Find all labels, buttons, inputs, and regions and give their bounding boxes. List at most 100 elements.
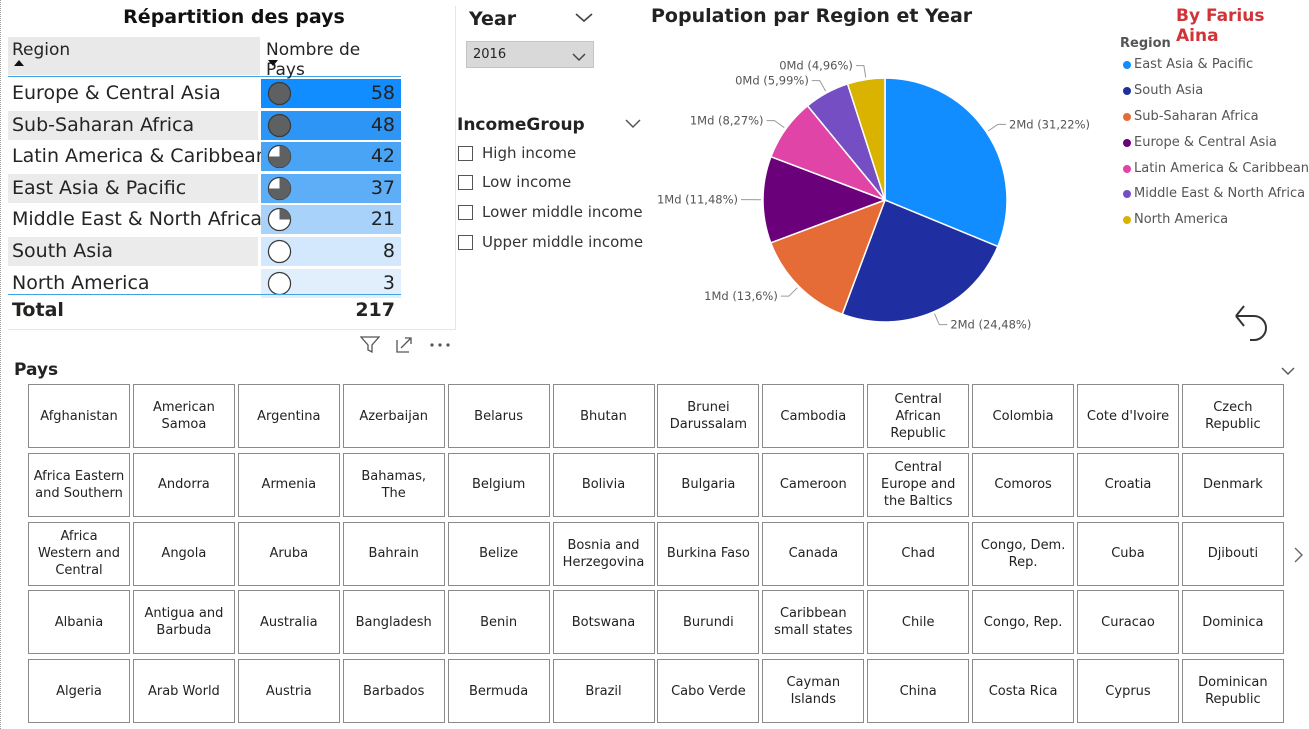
chevron-down-icon[interactable] [573, 10, 595, 26]
sort-ascending-icon[interactable] [14, 60, 24, 66]
checkbox[interactable] [458, 235, 473, 250]
country-tile[interactable]: Cayman Islands [762, 659, 865, 724]
chevron-down-icon[interactable] [1280, 362, 1296, 375]
leader-line [780, 287, 798, 297]
country-tile[interactable]: Afghanistan [28, 384, 130, 448]
country-tile[interactable]: Bosnia and Herzegovina [552, 521, 655, 586]
country-tile[interactable]: Croatia [1077, 452, 1179, 517]
legend-item[interactable]: Latin America & Caribbean [1120, 161, 1309, 187]
country-tile[interactable]: Bangladesh [342, 590, 445, 655]
country-tile[interactable]: Australia [237, 590, 340, 655]
legend-item[interactable]: Sub-Saharan Africa [1120, 109, 1305, 135]
country-tile[interactable]: Armenia [237, 452, 340, 517]
country-tile[interactable]: Azerbaijan [342, 384, 445, 448]
count-value: 37 [370, 176, 395, 199]
legend-item[interactable]: East Asia & Pacific [1120, 57, 1305, 83]
country-tile[interactable]: Curacao [1077, 590, 1179, 655]
data-label: 0Md (5,99%) [735, 74, 809, 88]
country-tile[interactable]: Bolivia [552, 452, 655, 517]
legend-item[interactable]: Europe & Central Asia [1120, 135, 1305, 161]
year-dropdown[interactable]: 2016 [466, 41, 594, 68]
more-options-icon[interactable] [429, 336, 451, 358]
country-tile[interactable]: Congo, Rep. [972, 590, 1075, 655]
checkbox[interactable] [458, 205, 473, 220]
data-label: 1Md (11,48%) [657, 193, 738, 207]
country-tile[interactable]: Benin [447, 590, 550, 655]
country-tile[interactable]: Brazil [552, 659, 655, 724]
legend-item[interactable]: Middle East & North Africa [1120, 186, 1305, 212]
table-row[interactable]: East Asia & Pacific 37 [8, 173, 401, 205]
country-tile[interactable]: Angola [132, 521, 235, 586]
table-total-row: Total 217 [8, 294, 401, 324]
country-tile[interactable]: Algeria [28, 659, 130, 724]
country-tile[interactable]: Colombia [972, 384, 1075, 448]
country-tile[interactable]: Brunei Darussalam [657, 384, 760, 448]
country-tile[interactable]: Bhutan [552, 384, 655, 448]
focus-mode-icon[interactable] [395, 336, 415, 358]
checkbox[interactable] [458, 146, 473, 161]
country-tile[interactable]: Cuba [1077, 521, 1179, 586]
country-tile[interactable]: Belize [447, 521, 550, 586]
country-tile[interactable]: Bermuda [447, 659, 550, 724]
country-tile[interactable]: Denmark [1181, 452, 1284, 517]
country-tile[interactable]: Cambodia [762, 384, 865, 448]
pays-slicer-title: Pays [14, 360, 59, 380]
country-tile[interactable]: Costa Rica [972, 659, 1075, 724]
country-tile[interactable]: Cyprus [1077, 659, 1179, 724]
country-tile[interactable]: Chile [867, 590, 970, 655]
table-row[interactable]: South Asia 8 [8, 236, 401, 268]
column-header-region[interactable]: Region [8, 37, 260, 75]
legend-item[interactable]: North America [1120, 212, 1305, 238]
country-tile[interactable]: Bahrain [342, 521, 445, 586]
country-tile[interactable]: Andorra [132, 452, 235, 517]
country-tile[interactable]: Africa Eastern and Southern [28, 452, 130, 517]
country-tile[interactable]: Belgium [447, 452, 550, 517]
country-tile[interactable]: Burkina Faso [657, 521, 760, 586]
country-tile[interactable]: Bahamas, The [342, 452, 445, 517]
checkbox[interactable] [458, 175, 473, 190]
country-tile[interactable]: Chad [867, 521, 970, 586]
country-tile[interactable]: Aruba [237, 521, 340, 586]
country-tile[interactable]: Comoros [972, 452, 1075, 517]
chevron-right-icon[interactable] [1292, 546, 1304, 564]
country-tile[interactable]: Barbados [342, 659, 445, 724]
country-tile[interactable]: Djibouti [1181, 521, 1284, 586]
table-row[interactable]: Sub-Saharan Africa 48 [8, 110, 401, 142]
table-title: Répartition des pays [123, 6, 345, 28]
table-row[interactable]: Latin America & Caribbean 42 [8, 141, 401, 173]
country-tile[interactable]: Cameroon [762, 452, 865, 517]
country-tile[interactable]: Central Europe and the Baltics [867, 452, 970, 517]
country-tile[interactable]: Congo, Dem. Rep. [972, 521, 1075, 586]
country-tile[interactable]: Cabo Verde [657, 659, 760, 724]
filter-icon[interactable] [359, 336, 381, 358]
country-tile[interactable]: Cote d'Ivoire [1077, 384, 1179, 448]
country-tile[interactable]: China [867, 659, 970, 724]
legend-item[interactable]: South Asia [1120, 83, 1305, 109]
column-header-count[interactable]: Nombre de Pays [266, 37, 401, 80]
country-tile[interactable]: Canada [762, 521, 865, 586]
legend-marker [1123, 164, 1131, 173]
country-tile[interactable]: Bulgaria [657, 452, 760, 517]
legend-label: Latin America & Caribbean [1134, 160, 1309, 176]
country-tile[interactable]: Austria [237, 659, 340, 724]
table-row[interactable]: Middle East & North Africa 21 [8, 204, 401, 236]
country-tile[interactable]: Africa Western and Central [28, 521, 130, 586]
country-tile[interactable]: Argentina [237, 384, 340, 448]
country-tile[interactable]: Belarus [447, 384, 550, 448]
harvey-ball-icon [267, 81, 292, 106]
country-tile[interactable]: Albania [28, 590, 130, 655]
harvey-ball-icon [267, 113, 292, 137]
country-tile[interactable]: Central African Republic [867, 384, 970, 448]
country-tile[interactable]: Antigua and Barbuda [132, 590, 235, 655]
country-tile[interactable]: Burundi [657, 590, 760, 655]
back-arrow-icon[interactable] [1222, 294, 1272, 344]
country-tile[interactable]: Dominican Republic [1181, 659, 1284, 724]
country-tile[interactable]: Dominica [1181, 590, 1284, 655]
country-tile[interactable]: Botswana [552, 590, 655, 655]
country-tile[interactable]: Caribbean small states [762, 590, 865, 655]
sort-descending-icon[interactable] [268, 60, 278, 66]
country-tile[interactable]: American Samoa [132, 384, 235, 448]
table-row[interactable]: Europe & Central Asia 58 [8, 78, 401, 110]
country-tile[interactable]: Arab World [132, 659, 235, 724]
country-tile[interactable]: Czech Republic [1181, 384, 1284, 448]
